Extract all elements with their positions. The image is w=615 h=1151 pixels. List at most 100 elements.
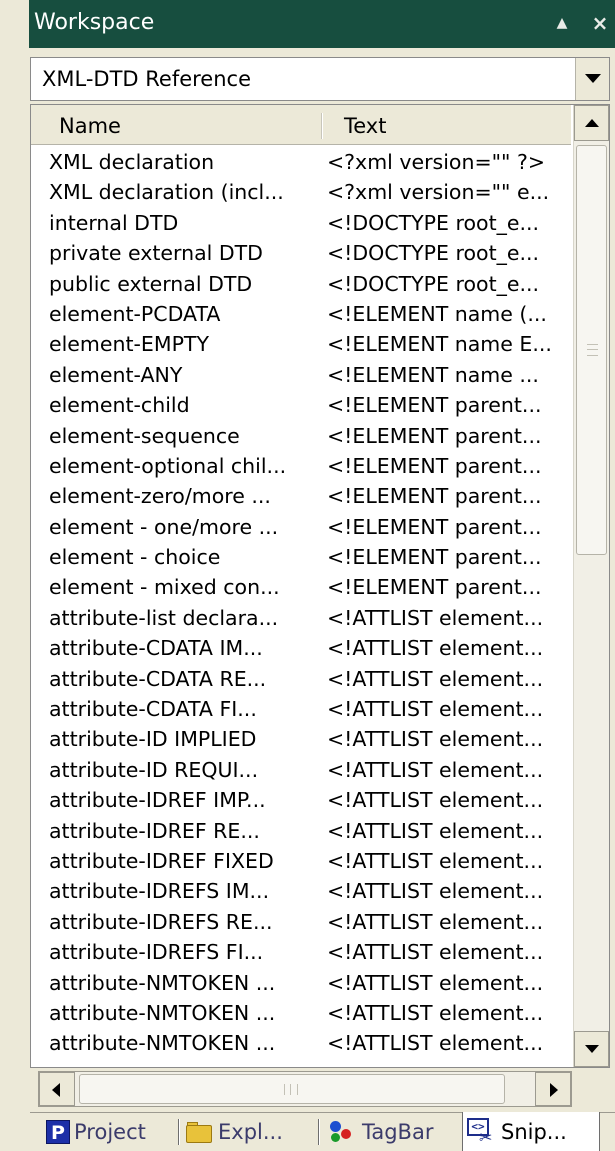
snippet-name: element-ANY	[49, 362, 183, 387]
scroll-right-button[interactable]	[535, 1072, 571, 1106]
list-item[interactable]: XML declaration <?xml version="" ?>	[31, 147, 571, 177]
list-item[interactable]: attribute-ID REQUI... <!ATTLIST element..…	[31, 755, 571, 785]
snippet-name: attribute-CDATA RE...	[49, 666, 267, 691]
list-item[interactable]: element-zero/more ... <!ELEMENT parent...	[31, 481, 571, 511]
list-item[interactable]: attribute-NMTOKEN ... <!ATTLIST element..…	[31, 998, 571, 1028]
folder-icon	[186, 1122, 214, 1144]
snippet-text: <?xml version="" ?>	[327, 150, 546, 174]
snippet-name: element-EMPTY	[49, 332, 209, 357]
snippet-name: element - one/more ...	[49, 514, 279, 539]
snippet-name: attribute-IDREF IMP...	[49, 788, 266, 813]
arrow-up-icon	[585, 119, 599, 127]
snippet-name: attribute-IDREFS RE...	[49, 909, 273, 934]
snippet-category-dropdown[interactable]: XML-DTD Reference	[30, 57, 610, 101]
list-item[interactable]: attribute-CDATA RE... <!ATTLIST element..…	[31, 664, 571, 694]
snippet-text: <!ELEMENT name ...	[327, 362, 539, 387]
list-item[interactable]: attribute-IDREF FIXED <!ATTLIST element..…	[31, 846, 571, 876]
workspace-title: Workspace	[34, 10, 155, 35]
dropdown-selected-value: XML-DTD Reference	[42, 67, 252, 91]
snippet-name: attribute-NMTOKEN ...	[49, 970, 276, 995]
column-header-text[interactable]: Text	[344, 105, 386, 145]
snippet-text: <!ATTLIST element...	[327, 605, 544, 630]
list-item[interactable]: element - mixed con... <!ELEMENT parent..…	[31, 572, 571, 602]
tab-project[interactable]: P Project	[42, 1113, 146, 1151]
snippet-name: XML declaration (incl...	[49, 180, 284, 205]
snippet-text: <!ELEMENT parent...	[327, 484, 542, 509]
snippet-name: element - mixed con...	[49, 575, 280, 600]
list-item[interactable]: attribute-ID IMPLIED <!ATTLIST element...	[31, 724, 571, 754]
grip-icon	[284, 1084, 298, 1095]
snippet-name: attribute-CDATA IM...	[49, 636, 263, 661]
project-icon: P	[46, 1120, 70, 1144]
list-item[interactable]: public external DTD <!DOCTYPE root_e...	[31, 269, 571, 299]
list-item[interactable]: element-PCDATA <!ELEMENT name (...	[31, 299, 571, 329]
snippet-name: element-zero/more ...	[49, 484, 271, 509]
snippet-name: attribute-IDREF FIXED	[49, 848, 274, 873]
list-item[interactable]: element-optional chil... <!ELEMENT parent…	[31, 451, 571, 481]
pin-toggle-icon[interactable]: ▲	[551, 10, 573, 36]
snippet-text: <!ELEMENT parent...	[327, 393, 542, 418]
column-separator[interactable]	[321, 113, 323, 139]
list-item[interactable]: attribute-CDATA IM... <!ATTLIST element..…	[31, 633, 571, 663]
arrow-down-icon	[585, 1045, 599, 1053]
tab-label: Snip...	[501, 1119, 567, 1144]
vertical-scroll-thumb[interactable]	[576, 145, 607, 555]
list-item[interactable]: internal DTD <!DOCTYPE root_e...	[31, 208, 571, 238]
workspace-titlebar[interactable]: Workspace ▲ ×	[29, 0, 615, 48]
list-item[interactable]: attribute-IDREF RE... <!ATTLIST element..…	[31, 816, 571, 846]
scroll-down-button[interactable]	[574, 1031, 609, 1067]
snippet-name: element-optional chil...	[49, 453, 287, 478]
snippet-name: attribute-NMTOKEN ...	[49, 1000, 276, 1025]
horizontal-scroll-thumb[interactable]	[79, 1074, 505, 1104]
horizontal-scrollbar[interactable]	[38, 1071, 572, 1107]
snippet-name: attribute-NMTOKEN ...	[49, 1031, 276, 1056]
snippet-text: <!ATTLIST element...	[327, 636, 544, 661]
snippet-name: public external DTD	[49, 271, 253, 296]
tab-divider	[318, 1119, 320, 1145]
snippet-name: private external DTD	[49, 241, 263, 266]
tab-explorer[interactable]: Expl...	[182, 1113, 283, 1151]
snippet-text: <!ATTLIST element...	[327, 879, 544, 904]
snippet-name: attribute-CDATA FI...	[49, 697, 257, 722]
list-item[interactable]: element-child <!ELEMENT parent...	[31, 390, 571, 420]
list-item[interactable]: attribute-NMTOKEN ... <!ATTLIST element..…	[31, 1028, 571, 1058]
list-item[interactable]: element-ANY <!ELEMENT name ...	[31, 360, 571, 390]
close-icon[interactable]: ×	[589, 10, 611, 36]
snippet-text: <!ATTLIST element...	[327, 1000, 544, 1025]
snippet-text: <!ATTLIST element...	[327, 848, 544, 873]
list-item[interactable]: attribute-IDREFS IM... <!ATTLIST element.…	[31, 876, 571, 906]
list-item[interactable]: attribute-IDREFS RE... <!ATTLIST element.…	[31, 907, 571, 937]
snippet-list[interactable]: Name Text XML declaration <?xml version="…	[30, 104, 610, 1068]
list-item[interactable]: attribute-IDREFS FI... <!ATTLIST element.…	[31, 937, 571, 967]
chevron-down-icon	[585, 74, 601, 83]
snippet-text: <!ATTLIST element...	[327, 666, 544, 691]
list-item[interactable]: XML declaration (incl... <?xml version=""…	[31, 177, 571, 207]
vertical-scrollbar[interactable]	[573, 105, 609, 1067]
list-item[interactable]: attribute-NMTOKEN ... <!ATTLIST element..…	[31, 968, 571, 998]
dropdown-button[interactable]	[575, 58, 609, 100]
scroll-up-button[interactable]	[574, 105, 609, 141]
list-item[interactable]: element - one/more ... <!ELEMENT parent..…	[31, 512, 571, 542]
list-item[interactable]: element - choice <!ELEMENT parent...	[31, 542, 571, 572]
list-item[interactable]: attribute-list declara... <!ATTLIST eleme…	[31, 603, 571, 633]
snippet-name: XML declaration	[49, 150, 215, 174]
tab-tagbar[interactable]: TagBar	[324, 1113, 433, 1151]
list-item[interactable]: element-EMPTY <!ELEMENT name E...	[31, 329, 571, 359]
snippet-name: internal DTD	[49, 210, 179, 235]
grip-icon	[587, 344, 598, 356]
column-header-name[interactable]: Name	[59, 105, 121, 145]
list-item[interactable]: attribute-CDATA FI... <!ATTLIST element..…	[31, 694, 571, 724]
list-item[interactable]: element-sequence <!ELEMENT parent...	[31, 421, 571, 451]
snippet-name: element-child	[49, 393, 190, 418]
list-item[interactable]: attribute-IDREF IMP... <!ATTLIST element.…	[31, 785, 571, 815]
list-item[interactable]: private external DTD <!DOCTYPE root_e...	[31, 238, 571, 268]
scroll-left-button[interactable]	[39, 1072, 75, 1106]
workspace-panel: Workspace ▲ × XML-DTD Reference Name Tex…	[0, 0, 615, 1151]
snippet-text: <?xml version="" e...	[327, 180, 550, 205]
list-header: Name Text	[31, 105, 571, 145]
snippet-text: <!DOCTYPE root_e...	[327, 271, 540, 296]
tab-snippets[interactable]: <> ✂ Snip...	[462, 1112, 600, 1151]
tab-label: Project	[74, 1120, 146, 1144]
snippet-name: element - choice	[49, 545, 221, 570]
tab-divider	[178, 1119, 180, 1145]
